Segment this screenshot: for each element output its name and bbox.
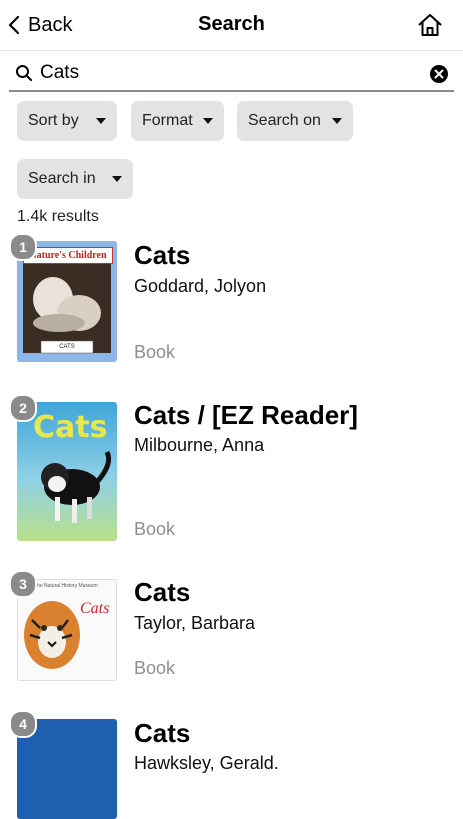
- result-title: Cats: [134, 240, 191, 270]
- rank-badge: 2: [9, 394, 37, 422]
- result-author: Goddard, Jolyon: [134, 276, 267, 296]
- search-on-label: Search on: [248, 112, 321, 129]
- caret-down-icon: [203, 118, 213, 124]
- cover-subtitle: CATS: [59, 344, 75, 350]
- search-in-dropdown[interactable]: Search in: [17, 159, 133, 199]
- page-title: Search: [198, 13, 265, 35]
- result-author: Milbourne, Anna: [134, 435, 265, 455]
- sort-by-label: Sort by: [28, 112, 79, 129]
- search-on-dropdown[interactable]: Search on: [237, 101, 353, 141]
- result-title: Cats: [134, 718, 191, 748]
- caret-down-icon: [112, 176, 122, 182]
- caret-down-icon: [332, 118, 342, 124]
- search-in-label: Search in: [28, 170, 96, 187]
- book-cover: Cats: [17, 402, 117, 541]
- result-author: Taylor, Barbara: [134, 613, 256, 633]
- result-title: Cats / [EZ Reader]: [134, 400, 358, 430]
- result-author: Hawksley, Gerald.: [134, 753, 279, 773]
- result-item-2[interactable]: Cats 2 Cats / [EZ Reader] Milbourne, Ann…: [0, 394, 463, 542]
- search-input[interactable]: [40, 60, 410, 86]
- result-format: Book: [134, 519, 176, 539]
- cover-title: Cats: [80, 600, 110, 617]
- format-dropdown[interactable]: Format: [131, 101, 224, 141]
- sort-by-dropdown[interactable]: Sort by: [17, 101, 117, 141]
- caret-down-icon: [96, 118, 106, 124]
- book-cover: Nature's Children CATS: [17, 241, 117, 362]
- cover-subtitle: The Natural History Museum: [34, 583, 98, 589]
- format-label: Format: [142, 112, 193, 129]
- result-item-1[interactable]: Nature's Children CATS 1 Cats Goddard, J…: [0, 233, 463, 366]
- result-format: Book: [134, 342, 176, 362]
- result-title: Cats: [134, 577, 191, 607]
- navigation-bar: Back Search: [0, 0, 463, 51]
- clear-search-icon[interactable]: [430, 65, 448, 83]
- rank-badge: 4: [9, 710, 37, 738]
- rank-badge: 3: [9, 570, 37, 598]
- rank-badge: 1: [9, 233, 37, 261]
- result-format: Book: [134, 658, 176, 678]
- result-item-3[interactable]: The Natural History Museum Cats 3 Cats T…: [0, 570, 463, 683]
- search-bar: [9, 58, 454, 92]
- home-icon[interactable]: [417, 12, 443, 38]
- result-item-4[interactable]: 4 Cats Hawksley, Gerald.: [0, 710, 463, 819]
- cover-title: Cats: [33, 410, 108, 445]
- search-icon: [16, 65, 32, 81]
- results-count: 1.4k results: [17, 208, 99, 225]
